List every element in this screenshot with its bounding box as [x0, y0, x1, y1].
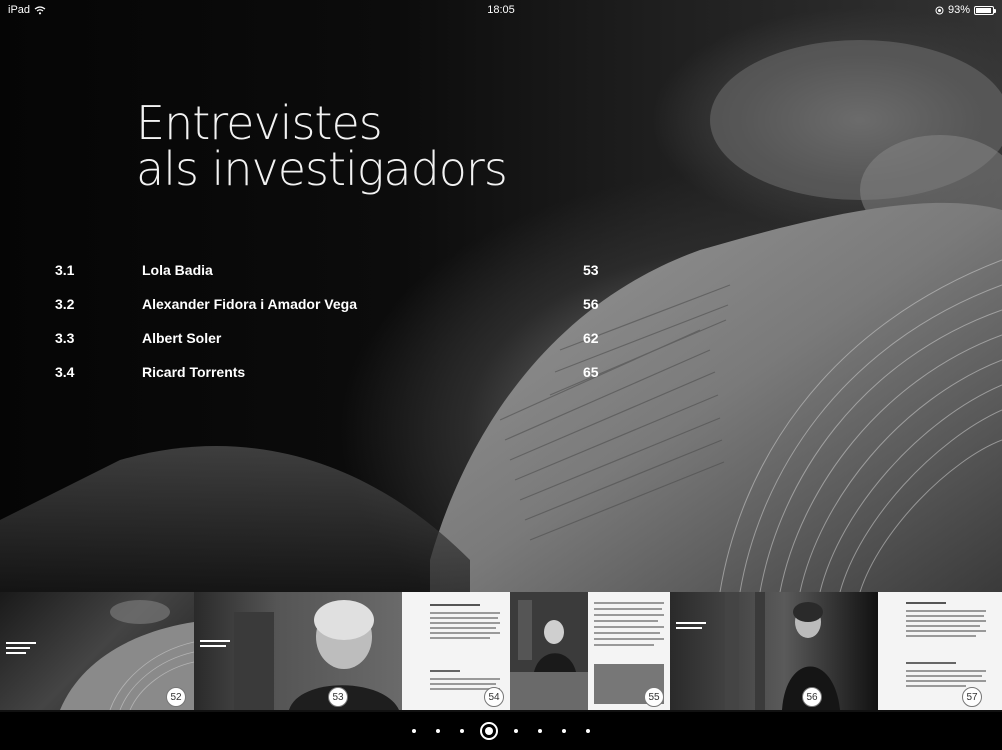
title-line-1: Entrevistes: [136, 96, 383, 150]
toc-item-name: Albert Soler: [142, 330, 222, 346]
toc-item-number: 3.2: [55, 296, 75, 312]
toc-item[interactable]: 3.3 Albert Soler 62: [55, 330, 615, 364]
status-bar: iPad 18:05 93%: [0, 0, 1002, 22]
toc-item-number: 3.3: [55, 330, 75, 346]
toc-item[interactable]: 3.2 Alexander Fidora i Amador Vega 56: [55, 296, 615, 330]
battery-icon: [974, 5, 996, 15]
thumbnail-image: [200, 600, 399, 710]
page-dot[interactable]: [412, 729, 416, 733]
thumbnail-page[interactable]: 54: [402, 592, 510, 710]
page-dot[interactable]: [514, 729, 518, 733]
page-dot-active[interactable]: [480, 722, 498, 740]
thumbnail-page-number: 57: [962, 687, 982, 707]
location-icon: [935, 6, 944, 14]
toc-item-name: Lola Badia: [142, 262, 213, 278]
thumbnail-page[interactable]: 55: [510, 592, 670, 710]
toc-item-page: 62: [583, 330, 599, 346]
thumbnail-page-number: 52: [166, 687, 186, 707]
page-dot[interactable]: [538, 729, 542, 733]
thumbnail-page-number: 53: [328, 687, 348, 707]
table-of-contents: 3.1 Lola Badia 53 3.2 Alexander Fidora i…: [55, 262, 615, 398]
toc-item-number: 3.4: [55, 364, 75, 380]
thumbnail-page[interactable]: 56: [670, 592, 878, 710]
title-line-2: als investigadors: [136, 142, 508, 196]
toc-item-name: Ricard Torrents: [142, 364, 246, 380]
status-time: 18:05: [487, 4, 515, 16]
page-thumbnail-strip: 52 53 54 55 56 57: [0, 592, 1002, 712]
page-dot[interactable]: [562, 729, 566, 733]
thumbnail-page-number: 56: [802, 687, 822, 707]
thumbnail-image: [6, 600, 194, 710]
battery-fill: [976, 7, 991, 13]
battery-percent: 93%: [947, 4, 970, 16]
page-indicator: [0, 712, 1002, 750]
status-right: 93%: [935, 4, 996, 16]
page-dot[interactable]: [586, 729, 590, 733]
thumbnail-page[interactable]: 52: [0, 592, 194, 710]
toc-item-number: 3.1: [55, 262, 75, 278]
page-dot[interactable]: [436, 729, 440, 733]
toc-item-name: Alexander Fidora i Amador Vega: [142, 296, 357, 312]
toc-item[interactable]: 3.4 Ricard Torrents 65: [55, 364, 615, 398]
thumbnail-page-number: 55: [644, 687, 664, 707]
toc-item[interactable]: 3.1 Lola Badia 53: [55, 262, 615, 296]
page-title: Entrevistes als investigadors: [136, 96, 508, 196]
toc-item-page: 56: [583, 296, 599, 312]
thumbnail-page[interactable]: 53: [194, 592, 402, 710]
thumbnail-image: [676, 592, 840, 710]
toc-item-page: 65: [583, 364, 599, 380]
thumbnail-page[interactable]: 57: [878, 592, 1002, 710]
toc-item-page: 53: [583, 262, 599, 278]
page-dot[interactable]: [460, 729, 464, 733]
thumbnail-page-number: 54: [484, 687, 504, 707]
